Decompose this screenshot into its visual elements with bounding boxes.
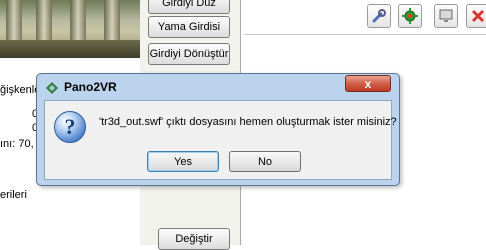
input-button-top[interactable]: Girdiyi Düz: [148, 0, 230, 14]
dialog-body: ? 'tr3d_out.swf' çıktı dosyasını hemen o…: [44, 100, 397, 180]
yes-button[interactable]: Yes: [147, 151, 219, 172]
no-button[interactable]: No: [229, 151, 301, 172]
dialog-title: Pano2VR: [64, 80, 117, 94]
floor: [0, 40, 140, 58]
close-icon[interactable]: [466, 4, 486, 28]
monitor-icon[interactable]: [434, 4, 458, 28]
wrench-icon[interactable]: [367, 4, 391, 28]
value-text: ını: 70,: [0, 138, 34, 150]
convert-input-button[interactable]: Girdiyi Dönüştür: [148, 43, 230, 65]
variables-label: ğişkenle: [0, 84, 41, 96]
section-label: erileri: [0, 189, 27, 201]
patch-input-button[interactable]: Yama Girdisi: [148, 16, 230, 38]
gear-icon[interactable]: [398, 4, 422, 28]
panorama-thumbnail[interactable]: [0, 0, 140, 58]
dialog-close-button[interactable]: x: [345, 75, 391, 92]
question-icon: ?: [54, 111, 86, 143]
dialog-message: 'tr3d_out.swf' çıktı dosyasını hemen olu…: [99, 116, 397, 128]
change-button[interactable]: Değiştir: [158, 228, 230, 250]
toolbar-divider: [244, 34, 486, 35]
confirm-dialog: Pano2VR x ? 'tr3d_out.swf' çıktı dosyası…: [36, 73, 400, 186]
app-icon: [46, 82, 58, 94]
